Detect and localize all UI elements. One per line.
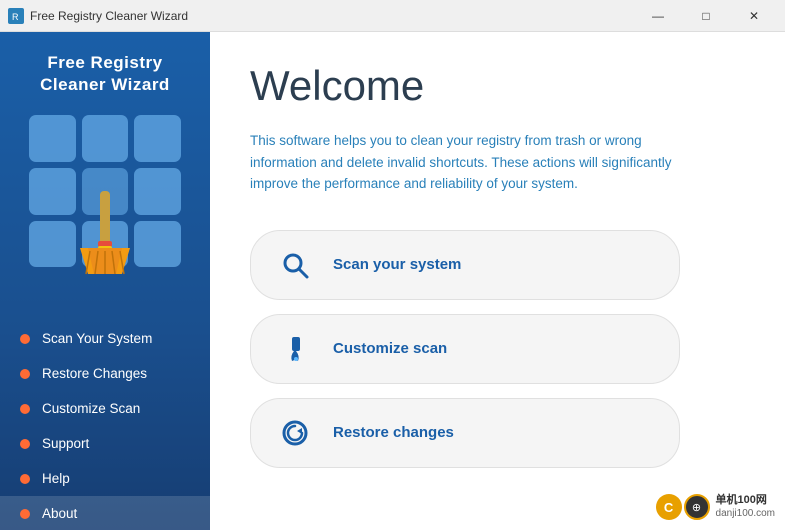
scan-system-button[interactable]: Scan your system xyxy=(250,230,680,300)
nav-label: Customize Scan xyxy=(42,401,140,416)
restore-icon xyxy=(275,413,315,453)
sidebar-item-help[interactable]: Help xyxy=(0,461,210,496)
nav-dot xyxy=(20,474,30,484)
maximize-button[interactable]: □ xyxy=(683,0,729,32)
title-bar: R Free Registry Cleaner Wizard — □ ✕ xyxy=(0,0,785,32)
nav-dot xyxy=(20,439,30,449)
search-icon xyxy=(275,245,315,285)
welcome-title: Welcome xyxy=(250,62,745,110)
grid-tile xyxy=(29,221,76,268)
customize-scan-button[interactable]: Customize scan xyxy=(250,314,680,384)
sidebar-item-customize-scan[interactable]: Customize Scan xyxy=(0,391,210,426)
nav-label: Restore Changes xyxy=(42,366,147,381)
welcome-description: This software helps you to clean your re… xyxy=(250,130,710,195)
nav-dot xyxy=(20,404,30,414)
watermark-badge-right: ⊕ xyxy=(684,494,710,520)
sidebar-nav: Scan Your System Restore Changes Customi… xyxy=(0,311,210,530)
minimize-button[interactable]: — xyxy=(635,0,681,32)
nav-dot xyxy=(20,334,30,344)
scan-system-label: Scan your system xyxy=(333,256,461,273)
grid-tile xyxy=(134,221,181,268)
title-bar-text: Free Registry Cleaner Wizard xyxy=(30,9,635,23)
brush-icon xyxy=(275,329,315,369)
nav-dot xyxy=(20,369,30,379)
nav-label: Support xyxy=(42,436,89,451)
watermark-text: 单机100网 danji100.com xyxy=(716,494,775,519)
sidebar: Free Registry Cleaner Wizard xyxy=(0,32,210,530)
broom-graphic xyxy=(70,186,140,281)
nav-label: Help xyxy=(42,471,70,486)
sidebar-item-support[interactable]: Support xyxy=(0,426,210,461)
app-icon: R xyxy=(8,8,24,24)
customize-scan-label: Customize scan xyxy=(333,340,447,357)
grid-tile xyxy=(82,115,129,162)
sidebar-item-scan-your-system[interactable]: Scan Your System xyxy=(0,321,210,356)
grid-tile xyxy=(134,168,181,215)
sidebar-item-restore-changes[interactable]: Restore Changes xyxy=(0,356,210,391)
sidebar-item-about[interactable]: About xyxy=(0,496,210,530)
watermark-badge-left: C xyxy=(656,494,682,520)
restore-changes-label: Restore changes xyxy=(333,424,454,441)
watermark: C ⊕ 单机100网 danji100.com xyxy=(656,494,775,520)
grid-tile xyxy=(134,115,181,162)
grid-tile xyxy=(29,115,76,162)
nav-dot xyxy=(20,509,30,519)
nav-label: About xyxy=(42,506,77,521)
restore-changes-button[interactable]: Restore changes xyxy=(250,398,680,468)
sidebar-logo-area: Free Registry Cleaner Wizard xyxy=(0,32,210,281)
window-controls: — □ ✕ xyxy=(635,0,777,32)
grid-tile xyxy=(29,168,76,215)
main-container: Free Registry Cleaner Wizard xyxy=(0,32,785,530)
action-buttons: Scan your system Customize scan xyxy=(250,230,680,468)
close-button[interactable]: ✕ xyxy=(731,0,777,32)
content-area: Welcome This software helps you to clean… xyxy=(210,32,785,530)
svg-text:R: R xyxy=(12,12,19,22)
nav-label: Scan Your System xyxy=(42,331,152,346)
app-title: Free Registry Cleaner Wizard xyxy=(15,52,195,96)
